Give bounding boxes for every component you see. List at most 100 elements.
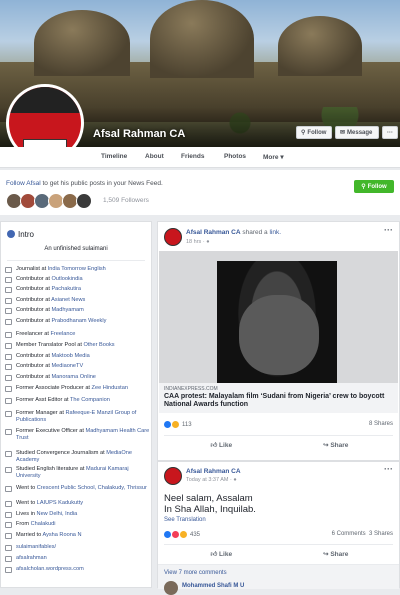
follower-avatar[interactable] — [76, 193, 92, 209]
intro-item-text: Studied English literature at — [16, 466, 86, 472]
post-author-avatar[interactable] — [164, 228, 182, 246]
commenter-name[interactable]: Mohammed Shafi M U — [182, 583, 244, 589]
follow-cover-button[interactable]: ⚲ Follow — [296, 126, 332, 139]
intro-item: Contributor at Manorama Online — [4, 374, 150, 381]
intro-item-link[interactable]: Zee Hindustan — [92, 385, 128, 391]
post-action-link[interactable]: link. — [269, 229, 281, 236]
intro-item-link[interactable]: sulaimanifables/ — [16, 544, 56, 550]
follow-cover-label: Follow — [307, 129, 327, 136]
intro-item: Former Manager at Rafeeque-E Manzil Grou… — [4, 410, 150, 425]
more-dots-icon: ··· — [387, 129, 393, 136]
intro-item-icon — [5, 267, 12, 273]
intro-item: sulaimanifables/ — [4, 544, 150, 551]
intro-item: Lives in New Delhi, India — [4, 511, 150, 518]
like-button[interactable]: 👍︎ Like — [164, 441, 279, 449]
reaction-count: 113 — [182, 421, 192, 428]
intro-item: afsalcholan.wordpress.com — [4, 566, 150, 573]
intro-item-icon — [5, 451, 12, 457]
intro-item: Former Asst Editor at The Companion — [4, 397, 150, 404]
reaction-summary[interactable]: 113 — [164, 421, 192, 428]
share-button[interactable]: ↪ Share — [279, 441, 394, 449]
follow-link[interactable]: Follow Afsal — [6, 180, 41, 187]
post-time[interactable]: 18 hrs · — [186, 239, 206, 245]
intro-item: Contributor at MediaoneTV — [4, 363, 150, 370]
intro-item: Contributor at Outlookindia — [4, 276, 150, 283]
intro-item-link[interactable]: Freelance — [51, 331, 76, 337]
intro-item-text: Freelancer at — [16, 331, 51, 337]
follow-button[interactable]: ⚲ Follow — [354, 180, 394, 193]
intro-item-link[interactable]: LAIUPS Kadukutty — [37, 500, 83, 506]
intro-item-text: Married to — [16, 532, 43, 538]
intro-item-text: Member Translator Pool at — [16, 342, 84, 348]
reaction-count: 435 — [190, 531, 201, 538]
intro-item-text: Contributor at — [16, 318, 52, 324]
view-more-comments-link[interactable]: View 7 more comments — [164, 570, 227, 576]
comment-count[interactable]: 6 Comments — [332, 531, 366, 537]
rss-icon: ⚲ — [301, 130, 306, 136]
profile-name[interactable]: Afsal Rahman CA — [93, 128, 185, 140]
intro-item-link[interactable]: Aysha Roona N — [42, 532, 81, 538]
post-author[interactable]: Afsal Rahman CA — [186, 229, 241, 236]
post-options-icon[interactable]: ··· — [384, 464, 393, 474]
intro-item-text: Contributor at — [16, 353, 52, 359]
intro-item: Former Associate Producer at Zee Hindust… — [4, 385, 150, 392]
share-count[interactable]: 8 Shares — [369, 421, 393, 427]
share-label: Share — [330, 441, 349, 449]
rss-icon: ⚲ — [361, 184, 366, 190]
intro-item-link[interactable]: Other Books — [83, 342, 114, 348]
share-count[interactable]: 3 Shares — [369, 531, 393, 537]
post-author[interactable]: Afsal Rahman CA — [186, 468, 241, 475]
share-button[interactable]: ↪ Share — [279, 550, 394, 558]
intro-item-link[interactable]: Prabodhanam Weekly — [51, 318, 106, 324]
intro-item-link[interactable]: MediaoneTV — [51, 363, 83, 369]
intro-item-link[interactable]: Outlookindia — [51, 276, 82, 282]
post-time-line: Today at 3:37 AM · ● — [186, 477, 237, 483]
link-preview[interactable]: INDIANEXPRESS.COM CAA protest: Malayalam… — [159, 383, 398, 413]
intro-item-text: Contributor at — [16, 297, 52, 303]
intro-item-link[interactable]: Madhyamam — [51, 307, 83, 313]
commenter-avatar[interactable] — [164, 581, 178, 595]
intro-heading: Intro — [18, 230, 35, 239]
intro-item-link[interactable]: India Tomorrow English — [48, 266, 106, 272]
intro-item-link[interactable]: Chalakudi — [31, 521, 56, 527]
intro-item-link[interactable]: New Delhi, India — [37, 511, 78, 517]
follower-faces[interactable] — [6, 193, 92, 209]
post-author-avatar[interactable] — [164, 467, 182, 485]
intro-item-link[interactable]: afsalrahman — [16, 555, 47, 561]
see-translation-link[interactable]: See Translation — [164, 517, 206, 523]
tab-photos[interactable]: Photos — [224, 153, 246, 160]
like-reaction-icon — [164, 531, 171, 538]
post-text-line: Neel salam, Assalam — [164, 493, 253, 504]
post-options-icon[interactable]: ··· — [384, 225, 393, 235]
intro-item-icon — [5, 319, 12, 325]
reaction-summary[interactable]: 435 — [164, 531, 200, 538]
intro-item-text: Went to — [16, 500, 37, 506]
intro-item-link[interactable]: The Companion — [70, 397, 110, 403]
intro-item-icon — [5, 512, 12, 518]
tab-about[interactable]: About — [145, 153, 164, 160]
intro-item-link[interactable]: Maktoob Media — [51, 353, 89, 359]
intro-item: Member Translator Pool at Other Books — [4, 342, 150, 349]
intro-item-link[interactable]: Crescent Public School, Chalakudy, Thris… — [37, 485, 147, 491]
like-button[interactable]: 👍︎ Like — [164, 550, 279, 558]
haha-reaction-icon — [172, 421, 179, 428]
intro-item-icon — [5, 354, 12, 360]
post-time[interactable]: Today at 3:37 AM · — [186, 477, 233, 483]
tab-timeline[interactable]: Timeline — [101, 153, 127, 160]
follow-prompt-text: Follow Afsal to get his public posts in … — [6, 180, 163, 187]
intro-item-link[interactable]: afsalcholan.wordpress.com — [16, 566, 84, 572]
message-button[interactable]: ✉ Message — [335, 126, 379, 139]
intro-item-text: Former Manager at — [16, 410, 66, 416]
tab-friends[interactable]: Friends — [181, 153, 204, 160]
intro-item-link[interactable]: Manorama Online — [51, 374, 95, 380]
post-text-line: In Sha Allah, Inquilab. — [164, 504, 256, 515]
follower-count[interactable]: 1,509 Followers — [103, 197, 149, 204]
more-options-button[interactable]: ··· — [382, 126, 398, 139]
intro-item-icon — [5, 398, 12, 404]
intro-item-link[interactable]: Pachakutira — [51, 286, 81, 292]
follow-prompt-suffix: to get his public posts in your News Fee… — [40, 180, 163, 187]
intro-item-text: Studied Convergence Journalism at — [16, 450, 107, 456]
tab-more[interactable]: More ▾ — [263, 153, 284, 161]
intro-item-text: Former Asst Editor at — [16, 397, 70, 403]
intro-item-link[interactable]: Asianet News — [51, 297, 85, 303]
